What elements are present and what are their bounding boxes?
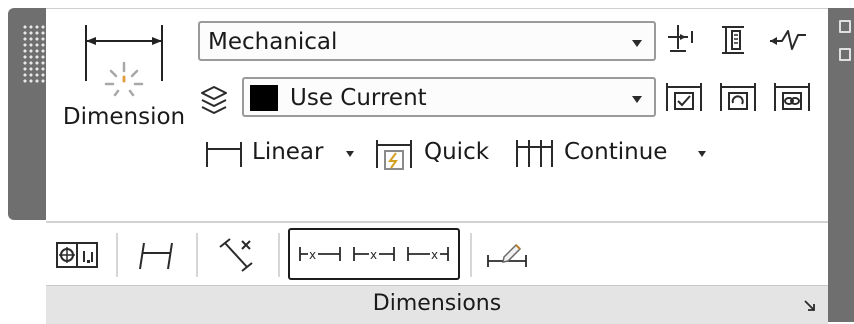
text-angle-icon[interactable] <box>216 237 258 273</box>
dimension-icon <box>85 25 163 97</box>
linear-dimension-icon <box>206 142 242 167</box>
dimension-layer-value: Use Current <box>290 85 427 111</box>
dimensions-panel: Dimension Mechanical Use Current Linear … <box>46 8 828 324</box>
svg-text:x: x <box>370 248 377 262</box>
continue-button[interactable]: Continue <box>564 137 667 167</box>
panel-restore-icon[interactable] <box>839 20 851 33</box>
toolbar-separator <box>116 233 118 277</box>
panel-title: Dimensions <box>372 291 502 316</box>
panel-title-bar[interactable]: Dimensions <box>46 285 828 324</box>
ribbon-left-frame <box>8 8 46 220</box>
jogged-linear-icon[interactable] <box>768 23 808 57</box>
dialog-launcher-arrow-icon[interactable] <box>804 300 816 312</box>
chevron-down-icon <box>632 40 642 47</box>
svg-text:x: x <box>309 248 316 262</box>
toolbar-separator <box>470 233 472 277</box>
adjust-space-icon[interactable] <box>716 23 752 57</box>
layers-icon <box>201 86 227 114</box>
ribbon-right-frame <box>828 8 854 322</box>
oblique-icon[interactable] <box>136 239 176 271</box>
svg-text:x: x <box>431 248 438 262</box>
chevron-down-icon <box>632 96 642 103</box>
quick-button[interactable]: Quick <box>424 137 489 167</box>
inspect-icon[interactable] <box>664 79 704 115</box>
dimension-button[interactable]: Dimension <box>54 15 186 155</box>
dimension-style-value: Mechanical <box>208 29 338 55</box>
toolbar-separator <box>278 233 280 277</box>
dimension-style-dropdown[interactable]: Mechanical <box>198 21 656 61</box>
quick-dimension-icon <box>376 140 412 170</box>
continue-dimension-icon <box>516 140 553 167</box>
justify-left-icon[interactable]: x <box>298 243 342 265</box>
dimension-button-label: Dimension <box>62 104 186 130</box>
override-icon[interactable] <box>486 239 530 271</box>
tolerance-icon[interactable] <box>56 241 98 269</box>
layer-color-swatch <box>250 85 278 111</box>
panel-row-divider <box>46 221 828 223</box>
continue-dropdown-caret-icon[interactable] <box>698 151 706 157</box>
update-icon[interactable] <box>718 79 758 115</box>
linear-dropdown-caret-icon[interactable] <box>346 151 354 157</box>
panel-minimize-icon[interactable] <box>839 48 851 61</box>
justify-center-icon[interactable]: x <box>352 243 396 265</box>
linear-button[interactable]: Linear <box>252 137 323 167</box>
toolbar-separator <box>196 233 198 277</box>
reassociate-icon[interactable] <box>772 79 812 115</box>
dimension-break-icon[interactable] <box>664 23 700 57</box>
panel-grip-handle[interactable] <box>22 24 46 84</box>
justify-right-icon[interactable]: x <box>406 243 450 265</box>
dimension-layer-dropdown[interactable]: Use Current <box>242 77 656 117</box>
